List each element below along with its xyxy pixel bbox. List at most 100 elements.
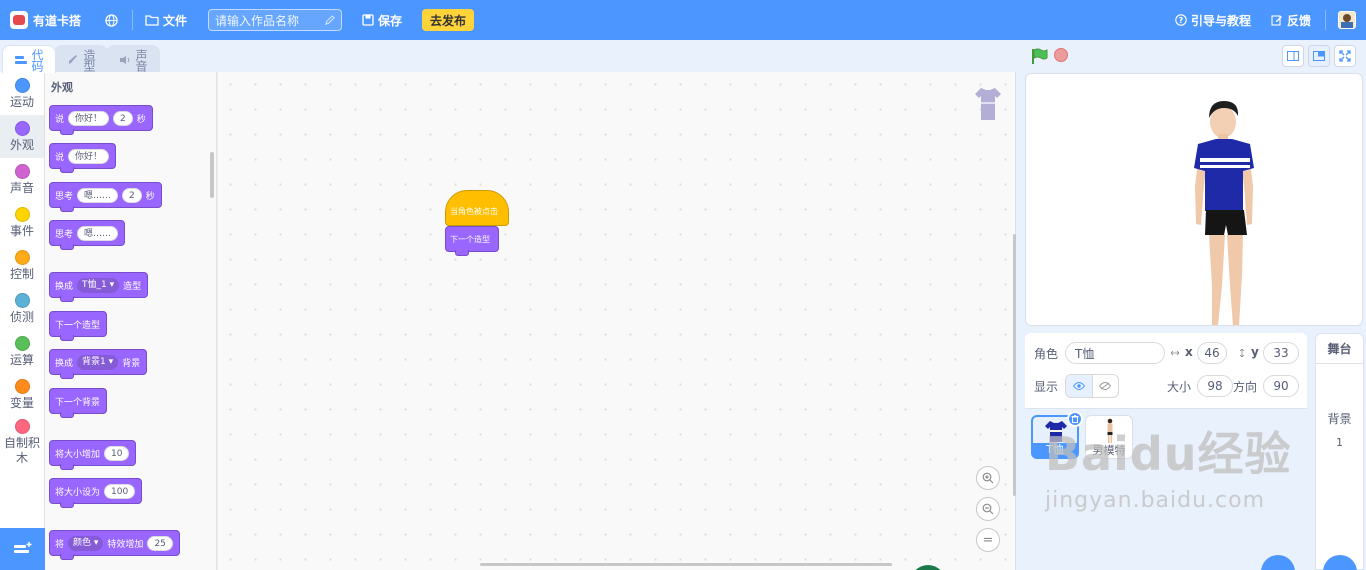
script-horizontal-scrollbar[interactable]: [480, 563, 892, 566]
category-my-blocks[interactable]: 自制积木: [0, 416, 44, 468]
block-input[interactable]: 2: [113, 110, 133, 126]
palette-scrollbar[interactable]: [210, 152, 214, 198]
block-set-size[interactable]: 将大小设为 100: [49, 478, 143, 508]
block-switch-backdrop[interactable]: 换成 背景1 ▾ 背景: [49, 349, 148, 379]
block-input[interactable]: 10: [104, 445, 130, 461]
block-say[interactable]: 说 你好！: [49, 143, 117, 173]
project-title-input[interactable]: 请输入作品名称: [208, 9, 343, 31]
stage-selector[interactable]: 舞台 背景 1: [1315, 333, 1364, 570]
zoom-in-button[interactable]: [976, 466, 1000, 490]
block-input[interactable]: 你好！: [68, 148, 110, 164]
add-sprite-button[interactable]: [1261, 555, 1295, 570]
block-change-effect[interactable]: 将 颜色 ▾ 特效增加 25: [49, 530, 180, 560]
category-operators[interactable]: 运算: [0, 330, 44, 373]
dropdown-value: 背景1: [82, 356, 106, 367]
block-say-for-secs[interactable]: 说 你好！ 2 秒: [49, 105, 153, 135]
publish-button[interactable]: 去发布: [422, 9, 475, 31]
tab-sounds[interactable]: 声音: [106, 45, 160, 73]
category-variables[interactable]: 变量: [0, 373, 44, 416]
category-operators-label: 运算: [9, 352, 34, 367]
category-control-dot: [14, 249, 30, 265]
green-circle-button[interactable]: [908, 563, 948, 570]
model-sprite: [1194, 101, 1254, 325]
category-sensing[interactable]: 侦测: [0, 287, 44, 330]
block-text: 下一个造型: [55, 320, 101, 331]
y-input[interactable]: 33: [1263, 342, 1299, 364]
block-input[interactable]: 嗯……: [77, 225, 119, 241]
feedback-button[interactable]: 反馈: [1271, 12, 1311, 29]
direction-input[interactable]: 90: [1263, 375, 1299, 397]
block-text: 将: [55, 539, 65, 550]
costume-dropdown[interactable]: T恤_1 ▾: [77, 277, 120, 293]
stage-panel-title: 舞台: [1316, 334, 1363, 364]
zoom-out-button[interactable]: [976, 497, 1000, 521]
category-looks-label: 外观: [9, 137, 34, 152]
save-button[interactable]: 保存: [362, 12, 402, 29]
stage[interactable]: [1025, 73, 1363, 326]
small-stage-button[interactable]: [1282, 45, 1304, 67]
block-think[interactable]: 思考 嗯……: [49, 220, 126, 250]
large-stage-button[interactable]: [1308, 45, 1330, 67]
category-sensing-label: 侦测: [9, 309, 34, 324]
category-motion-label: 运动: [9, 94, 34, 109]
category-motion-dot: [14, 77, 30, 93]
script-hat-block[interactable]: 当角色被点击: [445, 190, 509, 226]
block-next-costume[interactable]: 下一个造型: [49, 311, 108, 341]
direction-label: 方向: [1233, 380, 1258, 394]
y-value: 33: [1273, 346, 1289, 360]
show-button[interactable]: [1066, 375, 1093, 397]
backdrop-dropdown[interactable]: 背景1 ▾: [77, 354, 119, 370]
block-switch-costume[interactable]: 换成 T恤_1 ▾ 造型: [49, 272, 149, 302]
category-looks-dot: [14, 120, 30, 136]
hide-button[interactable]: [1093, 375, 1119, 397]
x-arrows-icon: [1171, 350, 1179, 356]
script-next-costume-block[interactable]: 下一个造型: [445, 226, 499, 256]
guide-button[interactable]: ? 引导与教程: [1175, 12, 1251, 29]
sprite-name-input[interactable]: T恤: [1065, 342, 1165, 364]
zoom-out-icon: [982, 503, 994, 515]
category-variables-label: 变量: [9, 395, 34, 410]
block-input[interactable]: 你好！: [68, 110, 110, 126]
block-think-for-secs[interactable]: 思考 嗯…… 2 秒: [49, 182, 162, 212]
block-text: 将大小设为: [55, 487, 101, 498]
block-input[interactable]: 2: [122, 187, 142, 203]
add-extension-button[interactable]: [0, 528, 45, 570]
script-vertical-scrollbar[interactable]: [1013, 234, 1016, 496]
category-motion[interactable]: 运动: [0, 72, 44, 115]
block-text: 秒: [136, 114, 146, 125]
logo-icon: [10, 11, 28, 29]
tab-costumes[interactable]: 造型: [54, 45, 108, 73]
effect-dropdown[interactable]: 颜色 ▾: [68, 535, 104, 551]
tab-code[interactable]: 代码: [2, 45, 56, 73]
zoom-reset-button[interactable]: =: [976, 528, 1000, 552]
script-area[interactable]: 当角色被点击 下一个造型 =: [218, 72, 1016, 570]
logo[interactable]: 有道卡搭: [10, 11, 81, 29]
x-input[interactable]: 46: [1197, 342, 1227, 364]
file-menu[interactable]: 文件: [145, 12, 187, 29]
large-stage-icon: [1313, 51, 1325, 61]
code-icon: [15, 55, 27, 64]
block-text: 换成: [55, 358, 74, 369]
category-looks[interactable]: 外观: [0, 115, 44, 158]
category-control[interactable]: 控制: [0, 244, 44, 287]
block-next-backdrop[interactable]: 下一个背景: [49, 388, 108, 418]
size-value: 98: [1207, 379, 1223, 393]
block-input[interactable]: 25: [147, 535, 173, 551]
stop-button[interactable]: [1054, 48, 1068, 62]
pencil-icon: [325, 14, 335, 25]
block-change-size[interactable]: 将大小增加 10: [49, 440, 137, 470]
category-sound-label: 声音: [9, 180, 34, 195]
category-sound[interactable]: 声音: [0, 158, 44, 201]
size-input[interactable]: 98: [1197, 375, 1233, 397]
category-events[interactable]: 事件: [0, 201, 44, 244]
user-avatar[interactable]: [1338, 11, 1356, 29]
baidu-watermark: Baidu经验 jingyan.baidu.com: [1045, 418, 1292, 513]
add-backdrop-button[interactable]: [1323, 555, 1357, 570]
tab-costumes-label: 造型: [82, 48, 96, 71]
block-input[interactable]: 嗯……: [77, 187, 119, 203]
fullscreen-icon: [1339, 50, 1351, 62]
language-button[interactable]: [105, 13, 118, 27]
fullscreen-button[interactable]: [1334, 45, 1356, 67]
green-flag-icon[interactable]: [1030, 47, 1048, 65]
block-input[interactable]: 100: [104, 483, 136, 499]
